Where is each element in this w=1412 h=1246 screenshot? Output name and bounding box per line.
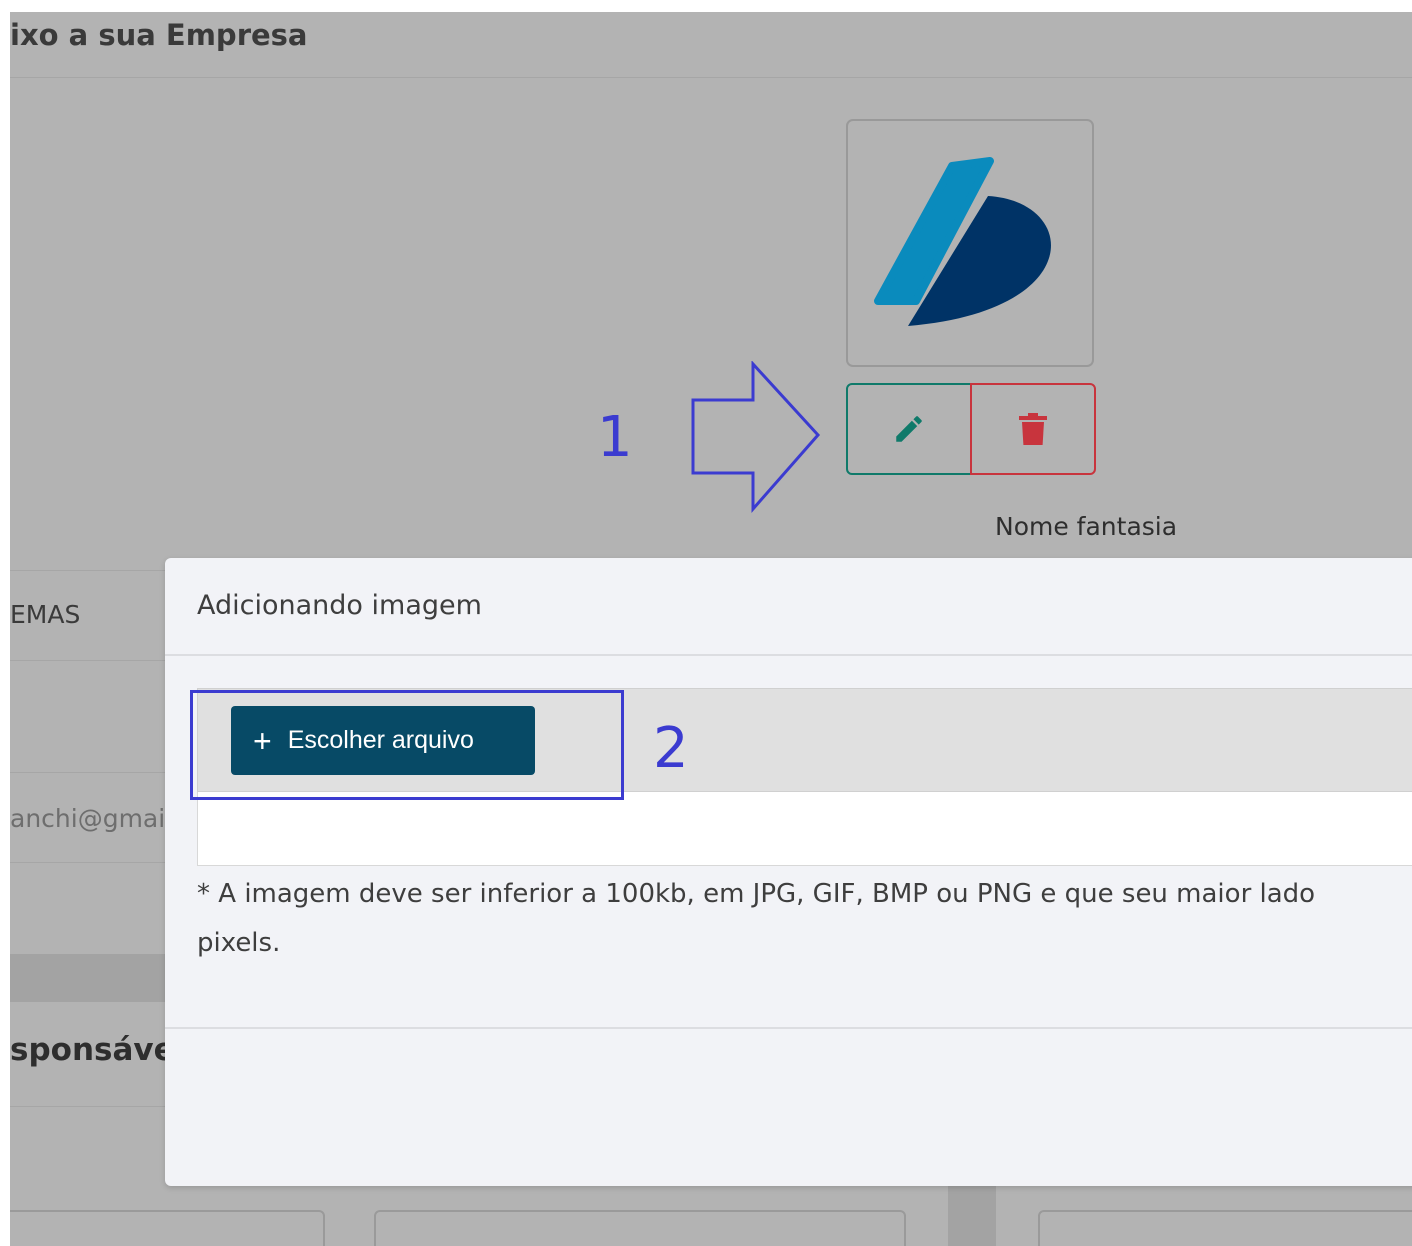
responsavel-heading: sponsável xyxy=(10,1032,186,1068)
field-line-2 xyxy=(10,660,170,661)
field-line-1 xyxy=(10,570,170,571)
modal-footer-divider xyxy=(165,1027,1412,1029)
company-field-value: EMAS xyxy=(10,600,81,629)
company-logo xyxy=(874,157,1051,326)
note-line-1: * A imagem deve ser inferior a 100kb, em… xyxy=(197,879,1316,909)
step-2-highlight-box xyxy=(190,690,624,800)
pencil-icon xyxy=(896,416,922,442)
right-arrow-annotation-icon xyxy=(691,361,821,513)
background-field-2 xyxy=(374,1210,906,1246)
modal-title: Adicionando imagem xyxy=(197,590,482,621)
field-line-3 xyxy=(10,772,170,773)
nome-fantasia-label: Nome fantasia xyxy=(995,512,1178,541)
background-field-3 xyxy=(1038,1210,1412,1246)
image-requirements-note: * A imagem deve ser inferior a 100kb, em… xyxy=(197,870,1412,968)
trash-icon xyxy=(1019,413,1047,445)
title-divider xyxy=(10,77,1412,78)
step-2-annotation: 2 xyxy=(653,716,689,781)
company-logo-frame xyxy=(846,119,1094,367)
section-divider xyxy=(10,1106,170,1107)
background-column xyxy=(948,1182,996,1246)
page-title: ixo a sua Empresa xyxy=(10,18,308,52)
edit-logo-button[interactable] xyxy=(846,383,972,475)
note-line-2: pixels. xyxy=(197,928,281,958)
background-field-1 xyxy=(10,1210,325,1246)
email-field-value: anchi@gmail xyxy=(10,804,173,833)
step-1-annotation: 1 xyxy=(597,405,633,470)
file-preview-area xyxy=(197,792,1412,866)
delete-logo-button[interactable] xyxy=(970,383,1096,475)
logo-actions xyxy=(846,383,1096,475)
modal-header-divider xyxy=(165,654,1412,656)
add-image-modal: Adicionando imagem + Escolher arquivo 2 … xyxy=(165,558,1412,1186)
field-line-4 xyxy=(10,862,170,863)
